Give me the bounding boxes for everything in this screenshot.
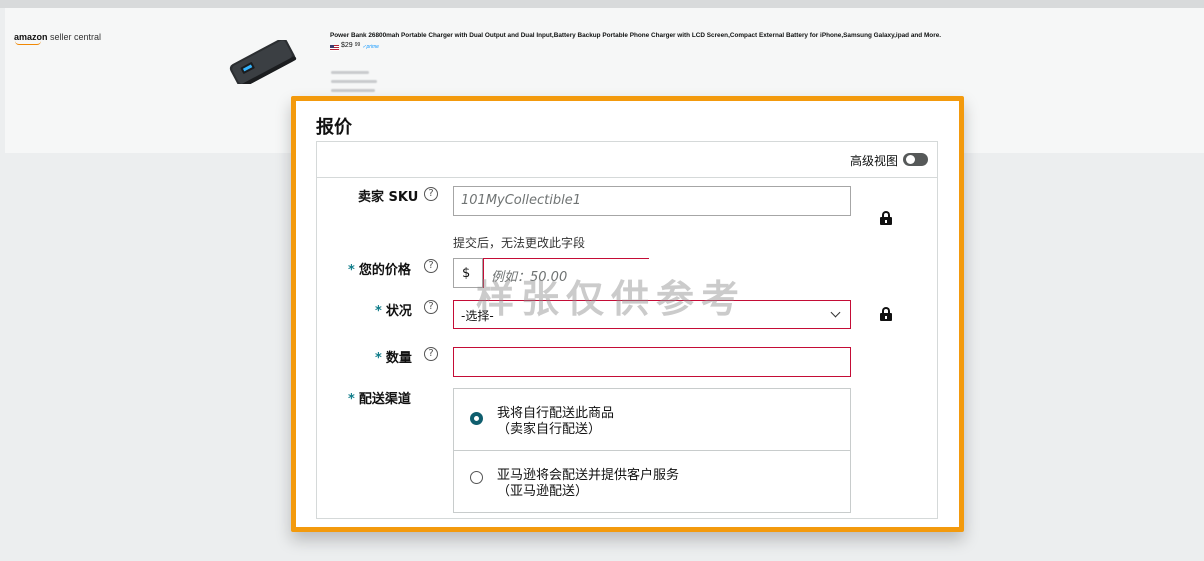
product-image bbox=[229, 40, 297, 84]
help-icon[interactable]: ? bbox=[424, 187, 438, 201]
help-icon[interactable]: ? bbox=[424, 300, 438, 314]
product-title[interactable]: Power Bank 26800mah Portable Charger wit… bbox=[330, 32, 941, 39]
condition-select[interactable] bbox=[453, 300, 851, 329]
condition-selected-value: -选择- bbox=[461, 309, 494, 323]
option-line: 我将自行配送此商品 bbox=[497, 406, 615, 421]
us-flag-icon bbox=[330, 45, 339, 51]
option-amazon-fulfilled[interactable]: 亚马逊将会配送并提供客户服务 （亚马逊配送） bbox=[497, 468, 679, 500]
blurred-detail bbox=[331, 80, 377, 83]
channel-label: * 配送渠道 bbox=[348, 388, 411, 407]
amazon-seller-central-logo[interactable]: amazon seller central bbox=[14, 32, 102, 45]
required-mark: * bbox=[375, 304, 382, 319]
required-mark: * bbox=[375, 351, 382, 366]
logo-smile bbox=[15, 41, 41, 45]
offer-section-title: 报价 bbox=[316, 117, 352, 138]
lock-icon bbox=[880, 307, 892, 321]
price-label: * 您的价格 bbox=[348, 259, 411, 278]
condition-label: * 状况 bbox=[375, 300, 412, 319]
help-icon[interactable]: ? bbox=[424, 347, 438, 361]
sku-label: 卖家 SKU bbox=[358, 190, 419, 205]
quantity-label-text: 数量 bbox=[385, 351, 412, 366]
product-price: $29 99 ✓prime bbox=[330, 42, 379, 51]
price-label-text: 您的价格 bbox=[358, 263, 411, 278]
sku-value: 101MyCollectible1 bbox=[461, 193, 581, 208]
radio-amazon-fulfilled[interactable] bbox=[470, 471, 483, 484]
toggle-knob bbox=[906, 155, 915, 164]
price-dollars: $29 bbox=[341, 42, 353, 49]
channel-label-text: 配送渠道 bbox=[358, 392, 411, 407]
option-merchant-fulfilled[interactable]: 我将自行配送此商品 （卖家自行配送） bbox=[497, 406, 614, 438]
required-mark: * bbox=[348, 263, 355, 278]
quantity-label: * 数量 bbox=[375, 347, 412, 366]
channel-separator bbox=[454, 450, 850, 451]
panel-divider bbox=[317, 177, 937, 178]
blurred-detail bbox=[331, 71, 369, 74]
prime-badge: ✓prime bbox=[362, 44, 379, 50]
currency-symbol: $ bbox=[462, 266, 471, 281]
radio-merchant-fulfilled[interactable] bbox=[470, 412, 483, 425]
advanced-view-label: 高级视图 bbox=[850, 154, 899, 168]
price-cents: 99 bbox=[354, 42, 361, 48]
price-placeholder: 例如：50.00 bbox=[491, 270, 568, 285]
condition-label-text: 状况 bbox=[385, 304, 412, 319]
option-line: 亚马逊将会配送并提供客户服务 bbox=[497, 468, 680, 483]
option-subline: （卖家自行配送） bbox=[497, 422, 602, 437]
advanced-view-toggle[interactable] bbox=[903, 153, 928, 166]
sku-hint: 提交后，无法更改此字段 bbox=[453, 236, 586, 250]
option-subline: （亚马逊配送） bbox=[497, 484, 589, 499]
quantity-input[interactable] bbox=[453, 347, 851, 377]
logo-rest: seller central bbox=[50, 32, 102, 42]
lock-icon bbox=[880, 211, 892, 225]
help-icon[interactable]: ? bbox=[424, 259, 438, 273]
top-strip bbox=[0, 0, 1204, 8]
blurred-detail bbox=[331, 89, 375, 92]
required-mark: * bbox=[348, 392, 355, 407]
